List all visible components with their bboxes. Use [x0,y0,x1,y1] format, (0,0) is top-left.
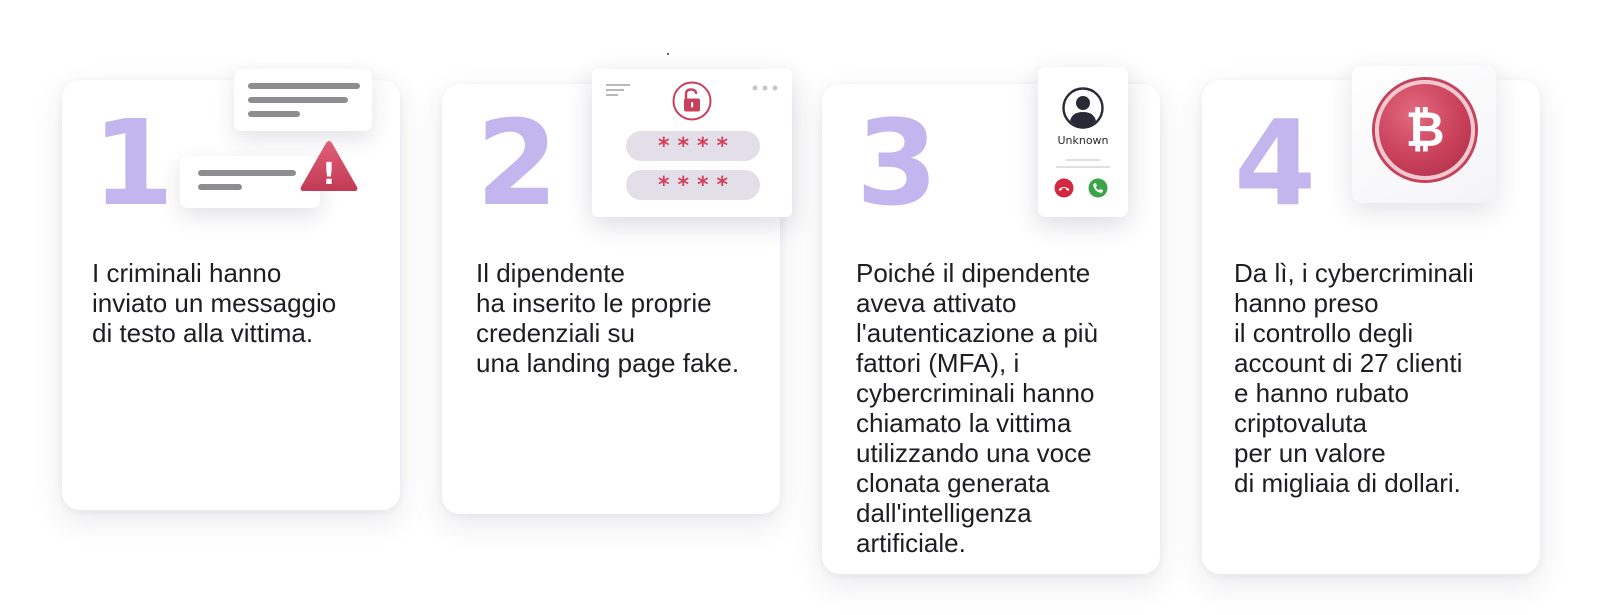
bitcoin-icon: ₿ [1375,80,1475,180]
divider [1056,166,1110,168]
step-number-4: 4 [1234,94,1317,232]
step-number-1: 1 [92,94,175,232]
step-number-2: 2 [476,94,559,232]
step-text-2: Il dipendente ha inserito le proprie cre… [476,258,740,378]
sound-wave-icon [950,142,1034,194]
login-window: **** **** [592,69,792,217]
divider-dot [667,53,669,55]
user-avatar-icon [1062,87,1104,129]
step-text-4: Da lì, i cybercriminali hanno preso il c… [1234,258,1474,498]
step-number-3: 3 [856,94,939,232]
decline-call-icon [1054,178,1074,198]
password-field: **** [626,170,760,200]
svg-text:!: ! [322,157,336,192]
bitcoin-tile: ₿ [1352,66,1496,203]
caller-name: Unknown [1057,134,1109,147]
incoming-call-card: Unknown [1038,67,1128,217]
step-text-1: I criminali hanno inviato un messaggio d… [92,258,337,348]
more-dots-icon [752,85,778,91]
chat-bubble-icon [234,69,372,131]
unlocked-padlock-icon [672,81,712,121]
warning-icon: ! [300,141,358,192]
step-text-3: Poiché il dipendente aveva attivato l'au… [856,258,1099,558]
password-field: **** [626,131,760,161]
accept-call-icon [1088,178,1108,198]
menu-icon [606,84,630,96]
divider [1066,159,1100,161]
